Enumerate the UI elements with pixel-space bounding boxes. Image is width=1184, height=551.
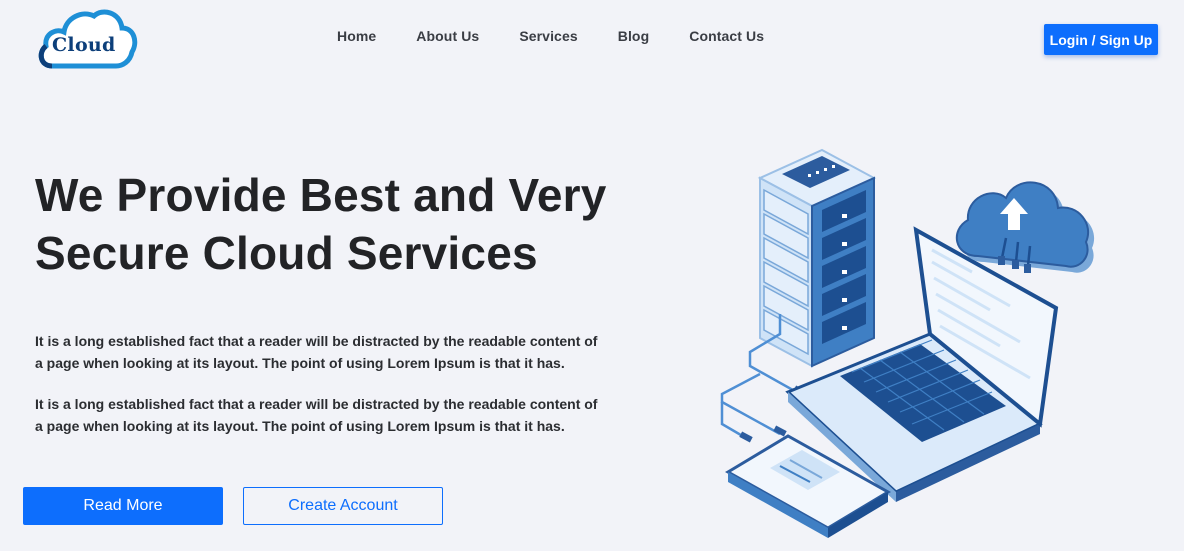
hero-title: We Provide Best and Very Secure Cloud Se… bbox=[35, 166, 635, 282]
nav-services[interactable]: Services bbox=[519, 28, 577, 44]
nav-about-us[interactable]: About Us bbox=[416, 28, 479, 44]
nav-contact-us[interactable]: Contact Us bbox=[689, 28, 764, 44]
create-account-button[interactable]: Create Account bbox=[243, 487, 443, 525]
hero-paragraph-2: It is a long established fact that a rea… bbox=[35, 396, 598, 434]
hero-paragraph-1: It is a long established fact that a rea… bbox=[35, 333, 598, 371]
main-nav: Home About Us Services Blog Contact Us bbox=[337, 28, 764, 44]
logo-text: Cloud bbox=[52, 34, 116, 56]
read-more-button[interactable]: Read More bbox=[23, 487, 223, 525]
cloud-server-laptop-illustration bbox=[720, 148, 1095, 538]
login-signup-button[interactable]: Login / Sign Up bbox=[1044, 24, 1158, 55]
hero-title-line2: Secure Cloud Services bbox=[35, 227, 538, 279]
hero-title-line1: We Provide Best and Very bbox=[35, 169, 607, 221]
nav-home[interactable]: Home bbox=[337, 28, 376, 44]
nav-blog[interactable]: Blog bbox=[618, 28, 650, 44]
cloud-upload-icon bbox=[955, 181, 1095, 273]
logo[interactable]: Cloud bbox=[38, 8, 138, 70]
server-rack-icon bbox=[757, 148, 877, 368]
hero-illustration bbox=[710, 138, 1110, 550]
